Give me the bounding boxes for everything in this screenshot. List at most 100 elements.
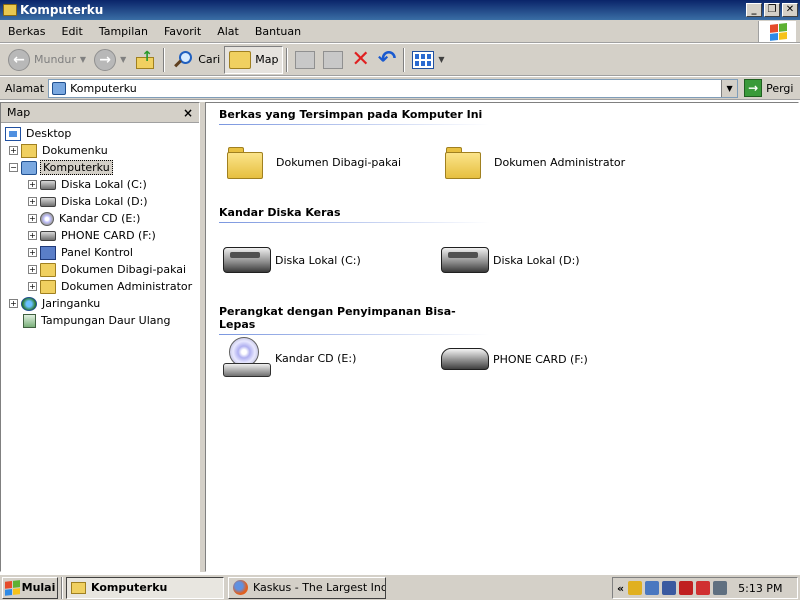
item-admin-documents[interactable]: Dokumen Administrator bbox=[444, 145, 625, 179]
menu-view[interactable]: Tampilan bbox=[91, 25, 156, 38]
speaker-icon[interactable] bbox=[713, 581, 728, 595]
item-drive-c[interactable]: Diska Lokal (C:) bbox=[223, 247, 361, 273]
forward-arrow-icon: → bbox=[94, 48, 117, 71]
toolbar-separator bbox=[163, 47, 166, 72]
expand-icon[interactable]: + bbox=[28, 248, 37, 257]
clock: 5:13 PM bbox=[738, 581, 783, 595]
copy-to-button[interactable] bbox=[319, 46, 347, 74]
item-shared-documents[interactable]: Dokumen Dibagi-pakai bbox=[226, 145, 401, 179]
taskbar-item-label: Komputerku bbox=[91, 581, 168, 594]
alert-icon[interactable] bbox=[696, 581, 711, 595]
back-label: Mundur bbox=[34, 53, 76, 66]
cd-drive-icon bbox=[40, 211, 54, 226]
tree-item-network[interactable]: + Jaringanku bbox=[1, 295, 199, 312]
my-computer-icon bbox=[21, 160, 37, 175]
menu-tools[interactable]: Alat bbox=[209, 25, 247, 38]
forward-dropdown-icon[interactable]: ▼ bbox=[120, 55, 126, 64]
tree-item-label: PHONE CARD (F:) bbox=[61, 229, 156, 242]
window-title: Komputerku bbox=[20, 3, 104, 17]
up-button[interactable]: ↑ bbox=[130, 46, 160, 74]
show-hidden-icons-button[interactable]: « bbox=[617, 582, 624, 595]
item-label: Dokumen Dibagi-pakai bbox=[276, 155, 402, 169]
tree-item-label: Komputerku bbox=[40, 160, 113, 175]
views-button[interactable]: ▼ bbox=[408, 46, 448, 74]
go-button[interactable]: → Pergi bbox=[744, 79, 793, 97]
title-bar[interactable]: Komputerku _ ❐ ✕ bbox=[0, 0, 800, 20]
item-drive-d[interactable]: Diska Lokal (D:) bbox=[441, 247, 580, 273]
tree-item-admin-documents[interactable]: + Dokumen Administrator bbox=[1, 278, 199, 295]
undo-button[interactable]: ↶ bbox=[374, 46, 400, 74]
expand-icon[interactable]: + bbox=[28, 282, 37, 291]
expand-icon[interactable]: + bbox=[9, 146, 18, 155]
expand-icon[interactable]: + bbox=[28, 265, 37, 274]
hard-drive-icon bbox=[223, 247, 271, 273]
address-dropdown-icon[interactable]: ▼ bbox=[721, 79, 738, 97]
removable-drive-icon bbox=[441, 348, 489, 370]
item-drive-f[interactable]: PHONE CARD (F:) bbox=[441, 348, 588, 370]
back-button[interactable]: ← Mundur ▼ bbox=[4, 46, 90, 74]
tree-item-control-panel[interactable]: + Panel Kontrol bbox=[1, 244, 199, 261]
hard-drive-icon bbox=[40, 179, 56, 190]
windows-flag-icon bbox=[769, 22, 787, 41]
network-icon[interactable] bbox=[645, 581, 660, 595]
address-bar: Alamat Komputerku ▼ → Pergi bbox=[0, 77, 800, 100]
menu-edit[interactable]: Edit bbox=[54, 25, 91, 38]
taskbar-item-browser[interactable]: Kaskus - The Largest Ind... bbox=[228, 576, 386, 599]
tree-item-label: Desktop bbox=[26, 127, 72, 140]
expand-icon[interactable]: + bbox=[28, 214, 37, 223]
menu-file[interactable]: Berkas bbox=[0, 25, 54, 38]
tree-item-recycle-bin[interactable]: Tampungan Daur Ulang bbox=[1, 312, 199, 329]
menu-favorites[interactable]: Favorit bbox=[156, 25, 209, 38]
folder-icon bbox=[40, 262, 56, 277]
tree-item-drive-f[interactable]: + PHONE CARD (F:) bbox=[1, 227, 199, 244]
views-dropdown-icon[interactable]: ▼ bbox=[438, 55, 444, 64]
start-button[interactable]: Mulai bbox=[2, 576, 58, 599]
back-dropdown-icon[interactable]: ▼ bbox=[80, 55, 86, 64]
delete-icon: ✕ bbox=[351, 46, 370, 72]
menu-help[interactable]: Bantuan bbox=[247, 25, 309, 38]
folders-pane-header: Map × bbox=[1, 103, 199, 123]
views-icon bbox=[412, 50, 435, 69]
documents-icon bbox=[21, 143, 37, 158]
move-to-button[interactable] bbox=[291, 46, 319, 74]
back-arrow-icon: ← bbox=[8, 48, 30, 71]
address-input[interactable]: Komputerku ▼ bbox=[48, 78, 739, 98]
go-label: Pergi bbox=[766, 81, 794, 95]
taskbar-separator bbox=[61, 576, 63, 599]
folders-button[interactable]: Map bbox=[224, 45, 284, 74]
tree-item-shared-documents[interactable]: + Dokumen Dibagi-pakai bbox=[1, 261, 199, 278]
expand-icon[interactable]: + bbox=[28, 231, 37, 240]
recycle-bin-icon bbox=[23, 313, 36, 328]
delete-button[interactable]: ✕ bbox=[347, 46, 373, 74]
menu-bar: Berkas Edit Tampilan Favorit Alat Bantua… bbox=[0, 20, 800, 43]
tree-item-drive-c[interactable]: + Diska Lokal (C:) bbox=[1, 176, 199, 193]
collapse-icon[interactable]: − bbox=[9, 163, 18, 172]
group-header-hard-drives: Kandar Diska Keras bbox=[219, 206, 489, 223]
go-arrow-icon: → bbox=[744, 79, 763, 97]
item-label: Dokumen Administrator bbox=[494, 155, 626, 169]
connection-icon[interactable] bbox=[662, 581, 677, 595]
close-pane-icon[interactable]: × bbox=[183, 106, 193, 120]
expand-icon[interactable]: + bbox=[9, 299, 18, 308]
tree-item-drive-d[interactable]: + Diska Lokal (D:) bbox=[1, 193, 199, 210]
taskbar-item-my-computer[interactable]: Komputerku bbox=[66, 576, 224, 599]
hard-drive-icon bbox=[40, 196, 56, 207]
antivirus-icon[interactable] bbox=[679, 581, 694, 595]
tree-item-documents[interactable]: + Dokumenku bbox=[1, 142, 199, 159]
tree-item-my-computer[interactable]: − Komputerku bbox=[1, 159, 199, 176]
search-icon bbox=[172, 49, 194, 71]
tree-item-label: Diska Lokal (D:) bbox=[61, 195, 148, 208]
search-button[interactable]: Cari bbox=[168, 46, 224, 74]
minimize-button[interactable]: _ bbox=[746, 3, 762, 17]
expand-icon[interactable]: + bbox=[28, 180, 37, 189]
tree-item-drive-e[interactable]: + Kandar CD (E:) bbox=[1, 210, 199, 227]
expand-icon[interactable]: + bbox=[28, 197, 37, 206]
network-icon bbox=[21, 296, 37, 311]
tree-item-label: Kandar CD (E:) bbox=[59, 212, 141, 225]
item-drive-e[interactable]: Kandar CD (E:) bbox=[223, 337, 356, 379]
security-shield-icon[interactable] bbox=[628, 581, 643, 595]
close-button[interactable]: ✕ bbox=[782, 3, 798, 17]
tree-item-desktop[interactable]: Desktop bbox=[1, 125, 199, 142]
forward-button[interactable]: → ▼ bbox=[90, 46, 130, 74]
restore-button[interactable]: ❐ bbox=[764, 3, 780, 17]
